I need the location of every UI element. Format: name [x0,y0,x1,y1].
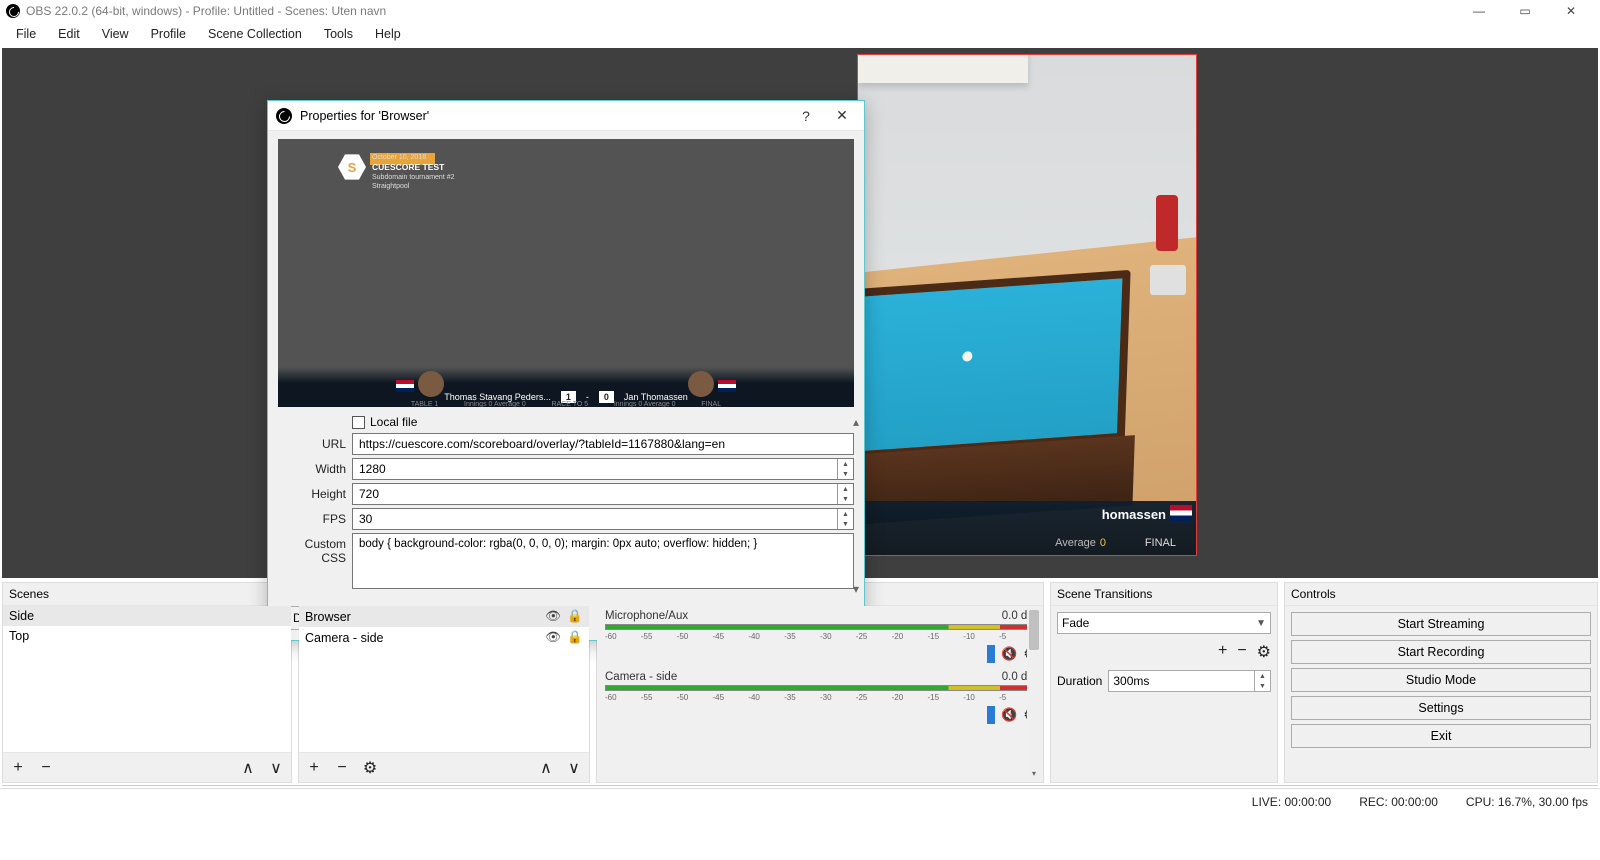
menu-tools[interactable]: Tools [314,24,363,44]
local-file-label: Local file [370,415,417,429]
width-input[interactable] [359,459,835,479]
dialog-title-bar[interactable]: Properties for 'Browser' ? ✕ [268,101,864,131]
menu-help[interactable]: Help [365,24,411,44]
minimize-button[interactable]: — [1456,0,1502,22]
maximize-button[interactable]: ▭ [1502,0,1548,22]
controls-panel: Controls Start Streaming Start Recording… [1284,582,1598,783]
final-label: FINAL [1145,537,1176,549]
track-name: Microphone/Aux [605,610,688,622]
camera-source-frame[interactable]: homassen Average0 FINAL [857,54,1197,556]
dialog-close-button[interactable]: ✕ [828,107,856,124]
fps-label: FPS [278,512,346,526]
audio-meter [605,685,1035,691]
menu-scene-collection[interactable]: Scene Collection [198,24,312,44]
meter-axis: -60-55-50-45-40-35-30-25-20-15-10-50 [605,632,1035,641]
controls-header: Controls [1285,583,1597,606]
dialog-title: Properties for 'Browser' [300,109,784,123]
mixer-track: Microphone/Aux0.0 dB -60-55-50-45-40-35-… [597,606,1043,667]
scene-item[interactable]: Side [3,606,291,626]
bottom-panels: Scenes Side Top + − ∧ ∨ Sources Browser … [0,578,1600,783]
start-recording-button[interactable]: Start Recording [1291,640,1591,664]
obs-icon [276,108,292,124]
move-up-button[interactable]: ∧ [537,758,555,778]
duration-label: Duration [1057,674,1102,688]
start-streaming-button[interactable]: Start Streaming [1291,612,1591,636]
mixer-track: Camera - side0.0 dB -60-55-50-45-40-35-3… [597,667,1043,728]
scene-item[interactable]: Top [3,626,291,646]
scenes-header: Scenes [3,583,291,606]
transitions-header: Scene Transitions [1051,583,1277,606]
track-name: Camera - side [605,671,677,683]
mixer-panel: Mixer Microphone/Aux0.0 dB -60-55-50-45-… [596,582,1044,783]
dialog-help-button[interactable]: ? [792,108,820,124]
menu-file[interactable]: File [6,24,46,44]
preview-canvas[interactable]: homassen Average0 FINAL Properties for '… [2,48,1598,578]
width-label: Width [278,462,346,476]
window-title: OBS 22.0.2 (64-bit, windows) - Profile: … [26,4,1456,18]
transitions-panel: Scene Transitions Fade▼ + − ⚙ Duration 3… [1050,582,1278,783]
move-down-button[interactable]: ∨ [565,758,583,778]
source-settings-button[interactable]: ⚙ [361,758,379,778]
add-scene-button[interactable]: + [9,759,27,777]
window-controls: — ▭ ✕ [1456,0,1594,22]
volume-slider[interactable] [987,706,995,724]
remove-source-button[interactable]: − [333,759,351,777]
menu-profile[interactable]: Profile [141,24,196,44]
menu-view[interactable]: View [92,24,139,44]
status-live: LIVE: 00:00:00 [1252,795,1331,809]
custom-css-input[interactable] [352,533,854,589]
menu-bar: File Edit View Profile Scene Collection … [0,22,1600,46]
settings-button[interactable]: Settings [1291,696,1591,720]
visibility-toggle-icon[interactable]: 👁 [545,630,561,645]
exit-button[interactable]: Exit [1291,724,1591,748]
logo-icon: S [338,153,366,181]
local-file-checkbox[interactable] [352,416,365,429]
transition-settings-button[interactable]: ⚙ [1257,642,1271,662]
height-input[interactable] [359,484,835,504]
average-label: Average0 [1055,537,1106,549]
move-up-button[interactable]: ∧ [239,758,257,778]
camera-scene: homassen Average0 FINAL [858,55,1196,555]
dialog-preview: S October 10, 2018 CUESCORE TEST Subdoma… [278,139,854,407]
add-transition-button[interactable]: + [1218,642,1227,662]
scenes-panel: Scenes Side Top + − ∧ ∨ [2,582,292,783]
volume-slider[interactable] [987,645,995,663]
visibility-toggle-icon[interactable]: 👁 [545,609,561,624]
remove-transition-button[interactable]: − [1237,642,1246,662]
studio-mode-button[interactable]: Studio Mode [1291,668,1591,692]
add-source-button[interactable]: + [305,759,323,777]
fps-input[interactable] [359,509,835,529]
move-down-button[interactable]: ∨ [267,758,285,778]
flag-icon [1170,505,1192,521]
mute-icon[interactable]: 🔇 [1001,707,1017,723]
transition-select[interactable]: Fade▼ [1057,612,1271,634]
mixer-scrollbar[interactable]: ▴▾ [1027,608,1041,780]
status-bar: LIVE: 00:00:00 REC: 00:00:00 CPU: 16.7%,… [0,788,1600,814]
properties-dialog: Properties for 'Browser' ? ✕ S October 1… [267,100,865,641]
obs-icon [6,4,20,18]
source-item[interactable]: Camera - side 👁 🔒 [299,627,589,648]
remove-scene-button[interactable]: − [37,759,55,777]
url-input[interactable] [352,433,854,455]
player-name: homassen [1102,507,1166,522]
css-label: Custom CSS [278,533,346,565]
source-item[interactable]: Browser 👁 🔒 [299,606,589,627]
menu-edit[interactable]: Edit [48,24,90,44]
height-label: Height [278,487,346,501]
url-label: URL [278,437,346,451]
audio-meter [605,624,1035,630]
status-cpu: CPU: 16.7%, 30.00 fps [1466,795,1588,809]
meter-axis: -60-55-50-45-40-35-30-25-20-15-10-50 [605,693,1035,702]
lock-icon[interactable]: 🔒 [567,609,583,624]
window-title-bar: OBS 22.0.2 (64-bit, windows) - Profile: … [0,0,1600,22]
mute-icon[interactable]: 🔇 [1001,646,1017,662]
dialog-scrollbar[interactable]: ▴▾ [848,411,864,600]
sources-panel: Sources Browser 👁 🔒 Camera - side 👁 🔒 + … [298,582,590,783]
close-button[interactable]: ✕ [1548,0,1594,22]
scoreboard-overlay: homassen Average0 FINAL [858,501,1196,555]
lock-icon[interactable]: 🔒 [567,630,583,645]
duration-input[interactable]: 300ms ▲▼ [1108,670,1271,692]
dialog-form: Local file URL Width ▲▼ Height ▲▼ [268,411,864,600]
status-rec: REC: 00:00:00 [1359,795,1438,809]
